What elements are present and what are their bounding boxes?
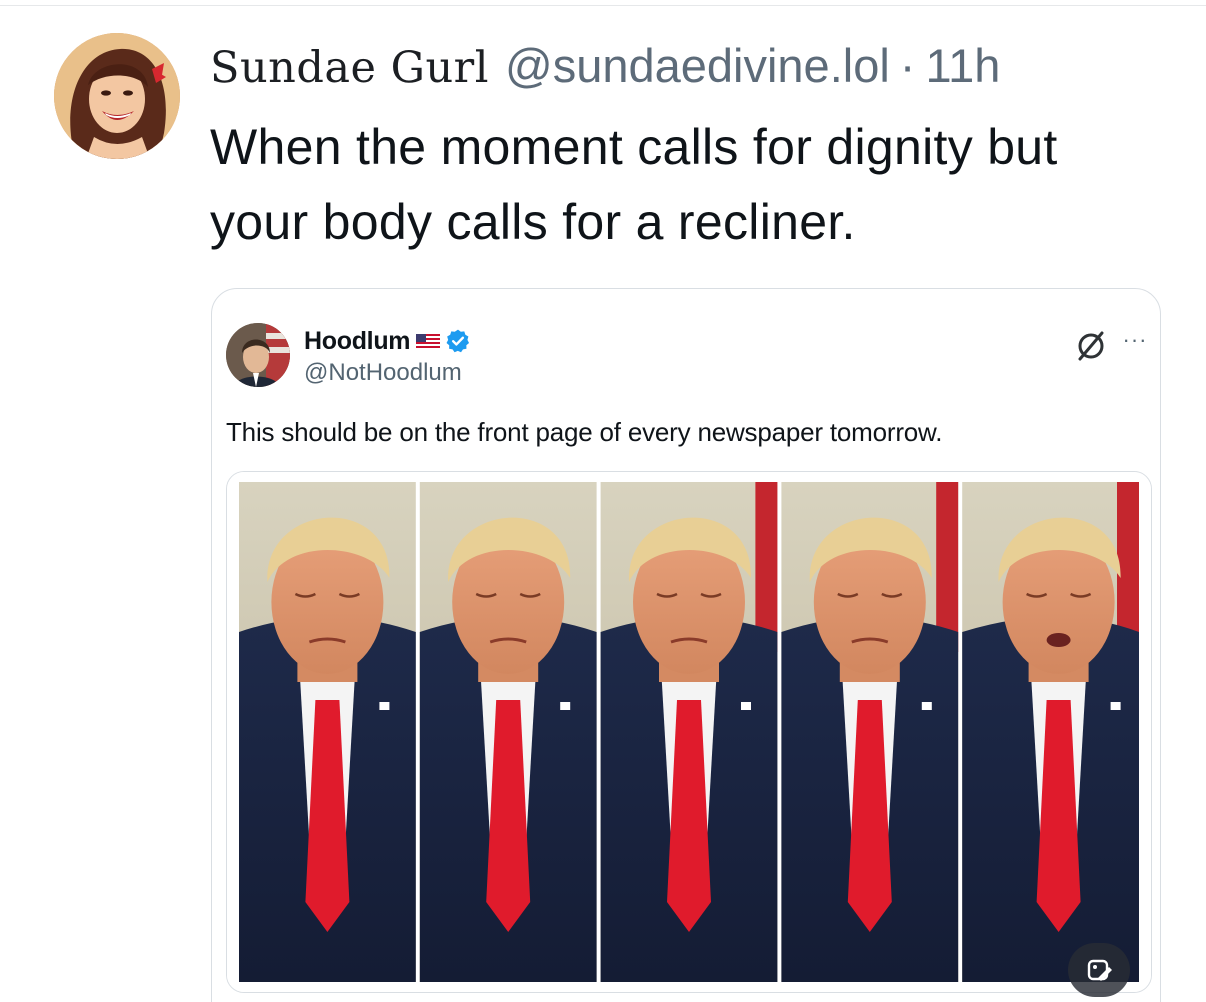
quoted-media[interactable] <box>226 471 1152 993</box>
quoted-name-row: Hoodlum <box>304 325 471 357</box>
quoted-post-card[interactable]: Hoodlum @NotHoodlum ··· This should be o… <box>211 288 1161 1002</box>
avatar[interactable] <box>54 33 180 159</box>
media-edit-glyph <box>1087 959 1112 981</box>
quoted-avatar-illustration <box>226 323 290 387</box>
post-timestamp[interactable]: 11h <box>925 38 1000 94</box>
quoted-handle[interactable]: @NotHoodlum <box>304 359 462 387</box>
verified-badge-icon <box>446 329 470 353</box>
media-panel <box>962 482 1139 982</box>
media-panel <box>600 482 778 982</box>
media-panel <box>419 482 597 982</box>
quoted-post-text: This should be on the front page of ever… <box>226 417 943 447</box>
author-handle[interactable]: @sundaedivine.lol <box>505 38 890 94</box>
media-panel <box>239 482 416 982</box>
avatar-illustration <box>54 33 180 159</box>
us-flag-icon <box>416 334 441 348</box>
post-header: Sundae Gurl @sundaedivine.lol · 11h <box>210 38 1000 94</box>
header-separator: · <box>899 39 916 92</box>
grok-icon[interactable] <box>1074 329 1108 363</box>
post-text: When the moment calls for dignity but yo… <box>210 119 1058 250</box>
media-panel <box>781 482 959 982</box>
page: Sundae Gurl @sundaedivine.lol · 11h When… <box>0 0 1206 1002</box>
quoted-display-name[interactable]: Hoodlum <box>304 327 411 356</box>
quoted-avatar[interactable] <box>226 323 290 387</box>
media-image <box>227 472 1151 992</box>
author-display-name[interactable]: Sundae Gurl <box>210 40 489 96</box>
media-edit-icon[interactable] <box>1068 943 1130 997</box>
more-dots-icon[interactable]: ··· <box>1120 325 1150 355</box>
top-divider <box>0 5 1206 6</box>
